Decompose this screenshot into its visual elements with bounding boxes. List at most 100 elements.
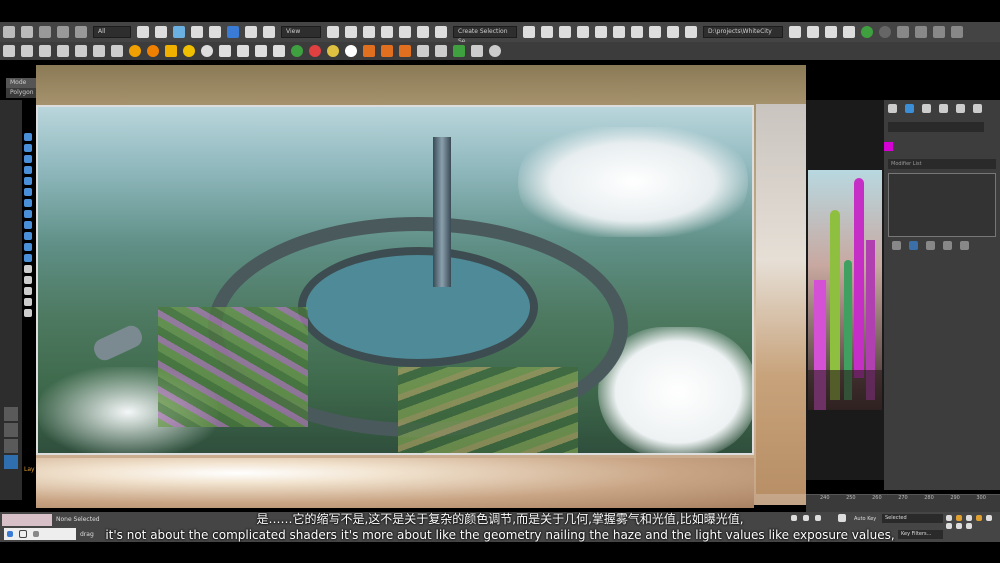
tool-icon[interactable] bbox=[417, 45, 429, 57]
scene-explorer-icon[interactable] bbox=[807, 26, 819, 38]
render-setup-icon[interactable] bbox=[649, 26, 661, 38]
render-icon[interactable] bbox=[685, 26, 697, 38]
select-manipulate-icon[interactable] bbox=[345, 26, 357, 38]
rotate-icon[interactable] bbox=[227, 26, 239, 38]
bind-space-warp-icon[interactable] bbox=[75, 26, 87, 38]
pin-stack-icon[interactable] bbox=[892, 241, 901, 250]
mirror-icon[interactable] bbox=[523, 26, 535, 38]
extrude-tool-icon[interactable] bbox=[24, 243, 32, 251]
frame-f1-icon[interactable] bbox=[363, 45, 375, 57]
palette-icon[interactable] bbox=[471, 45, 483, 57]
element-tool-icon[interactable] bbox=[24, 232, 32, 240]
loop-tool-icon[interactable] bbox=[24, 155, 32, 163]
settings-icon[interactable] bbox=[933, 26, 945, 38]
cut-tool-icon[interactable] bbox=[24, 309, 32, 317]
unlink-icon[interactable] bbox=[57, 26, 69, 38]
layer-button-1[interactable] bbox=[4, 407, 18, 421]
modify-tab-icon[interactable] bbox=[905, 103, 914, 113]
rectangular-selection-icon[interactable] bbox=[173, 26, 185, 38]
v-logo-icon[interactable] bbox=[345, 45, 357, 57]
cube-icon[interactable] bbox=[93, 45, 105, 57]
help-icon[interactable] bbox=[489, 45, 501, 57]
hierarchy-tab-icon[interactable] bbox=[922, 103, 931, 113]
motion-tab-icon[interactable] bbox=[939, 103, 948, 113]
placement-icon[interactable] bbox=[263, 26, 275, 38]
percent-snap-icon[interactable] bbox=[399, 26, 411, 38]
pivot-icon[interactable] bbox=[327, 26, 339, 38]
modifier-list-dropdown[interactable]: Modifier List bbox=[888, 159, 996, 169]
workspace-icon[interactable] bbox=[897, 26, 909, 38]
frame-f2-icon[interactable] bbox=[381, 45, 393, 57]
move-icon[interactable] bbox=[209, 26, 221, 38]
green-dot-icon[interactable] bbox=[291, 45, 303, 57]
border-tool-icon[interactable] bbox=[24, 210, 32, 218]
ring-tool-icon[interactable] bbox=[24, 144, 32, 152]
snap-toggle-icon[interactable] bbox=[363, 26, 375, 38]
show-end-result-icon[interactable] bbox=[909, 241, 918, 250]
angle-snap-icon[interactable] bbox=[381, 26, 393, 38]
material-editor-icon[interactable] bbox=[631, 26, 643, 38]
create-tab-icon[interactable] bbox=[888, 103, 897, 113]
box-icon[interactable] bbox=[219, 45, 231, 57]
toggle-ribbon-icon[interactable] bbox=[577, 26, 589, 38]
flag-icon[interactable] bbox=[111, 45, 123, 57]
bridge-tool-icon[interactable] bbox=[24, 276, 32, 284]
shrink-tool-icon[interactable] bbox=[24, 177, 32, 185]
helper-icon[interactable] bbox=[255, 45, 267, 57]
orange-circle-icon[interactable] bbox=[147, 45, 159, 57]
yellow-dots-icon[interactable] bbox=[327, 45, 339, 57]
grow-tool-icon[interactable] bbox=[24, 166, 32, 174]
modifier-stack[interactable] bbox=[888, 173, 996, 237]
viewport-icon[interactable] bbox=[825, 26, 837, 38]
weld-tool-icon[interactable] bbox=[24, 298, 32, 306]
display-tab-icon[interactable] bbox=[956, 103, 965, 113]
bevel-tool-icon[interactable] bbox=[24, 254, 32, 262]
connect-tool-icon[interactable] bbox=[24, 287, 32, 295]
align-icon[interactable] bbox=[541, 26, 553, 38]
remove-modifier-icon[interactable] bbox=[943, 241, 952, 250]
select-tool-icon[interactable] bbox=[24, 133, 32, 141]
utilities-tab-icon[interactable] bbox=[973, 103, 982, 113]
paint-icon[interactable] bbox=[21, 45, 33, 57]
select-by-name-icon[interactable] bbox=[155, 26, 167, 38]
light-icon[interactable] bbox=[57, 45, 69, 57]
wind-icon[interactable] bbox=[75, 45, 87, 57]
hand-icon[interactable] bbox=[3, 45, 15, 57]
make-unique-icon[interactable] bbox=[926, 241, 935, 250]
rgb-dots-icon[interactable] bbox=[309, 45, 321, 57]
scale-icon[interactable] bbox=[245, 26, 257, 38]
reference-coordinate-dropdown[interactable]: View bbox=[281, 26, 321, 38]
layer-button-3[interactable] bbox=[4, 439, 18, 453]
shape-icon[interactable] bbox=[273, 45, 285, 57]
curve-editor-icon[interactable] bbox=[595, 26, 607, 38]
sync-icon[interactable] bbox=[915, 26, 927, 38]
redo-icon[interactable] bbox=[21, 26, 33, 38]
undo-icon[interactable] bbox=[3, 26, 15, 38]
umbrella-icon[interactable] bbox=[165, 45, 177, 57]
camera-icon[interactable] bbox=[39, 45, 51, 57]
grid-icon[interactable] bbox=[435, 45, 447, 57]
frame-f3-icon[interactable] bbox=[399, 45, 411, 57]
expand-icon[interactable] bbox=[951, 26, 963, 38]
selection-filter-dropdown[interactable]: All bbox=[93, 26, 131, 38]
edit-named-selection-icon[interactable] bbox=[435, 26, 447, 38]
layer-button-2[interactable] bbox=[4, 423, 18, 437]
project-folder-icon[interactable] bbox=[789, 26, 801, 38]
layer-explorer-icon[interactable] bbox=[559, 26, 571, 38]
schematic-view-icon[interactable] bbox=[613, 26, 625, 38]
object-color-swatch[interactable] bbox=[884, 142, 893, 151]
rendered-frame-icon[interactable] bbox=[667, 26, 679, 38]
layer-button-4[interactable] bbox=[4, 455, 18, 469]
named-selection-dropdown[interactable]: Create Selection Se bbox=[453, 26, 517, 45]
window-crossing-icon[interactable] bbox=[191, 26, 203, 38]
vertex-tool-icon[interactable] bbox=[24, 188, 32, 196]
particle-icon[interactable] bbox=[237, 45, 249, 57]
teapot-icon[interactable] bbox=[129, 45, 141, 57]
link-icon[interactable] bbox=[39, 26, 51, 38]
configure-sets-icon[interactable] bbox=[960, 241, 969, 250]
script-icon[interactable] bbox=[843, 26, 855, 38]
check-icon[interactable] bbox=[861, 26, 873, 38]
chamfer-tool-icon[interactable] bbox=[24, 265, 32, 273]
object-name-field[interactable] bbox=[888, 122, 984, 132]
select-object-icon[interactable] bbox=[137, 26, 149, 38]
